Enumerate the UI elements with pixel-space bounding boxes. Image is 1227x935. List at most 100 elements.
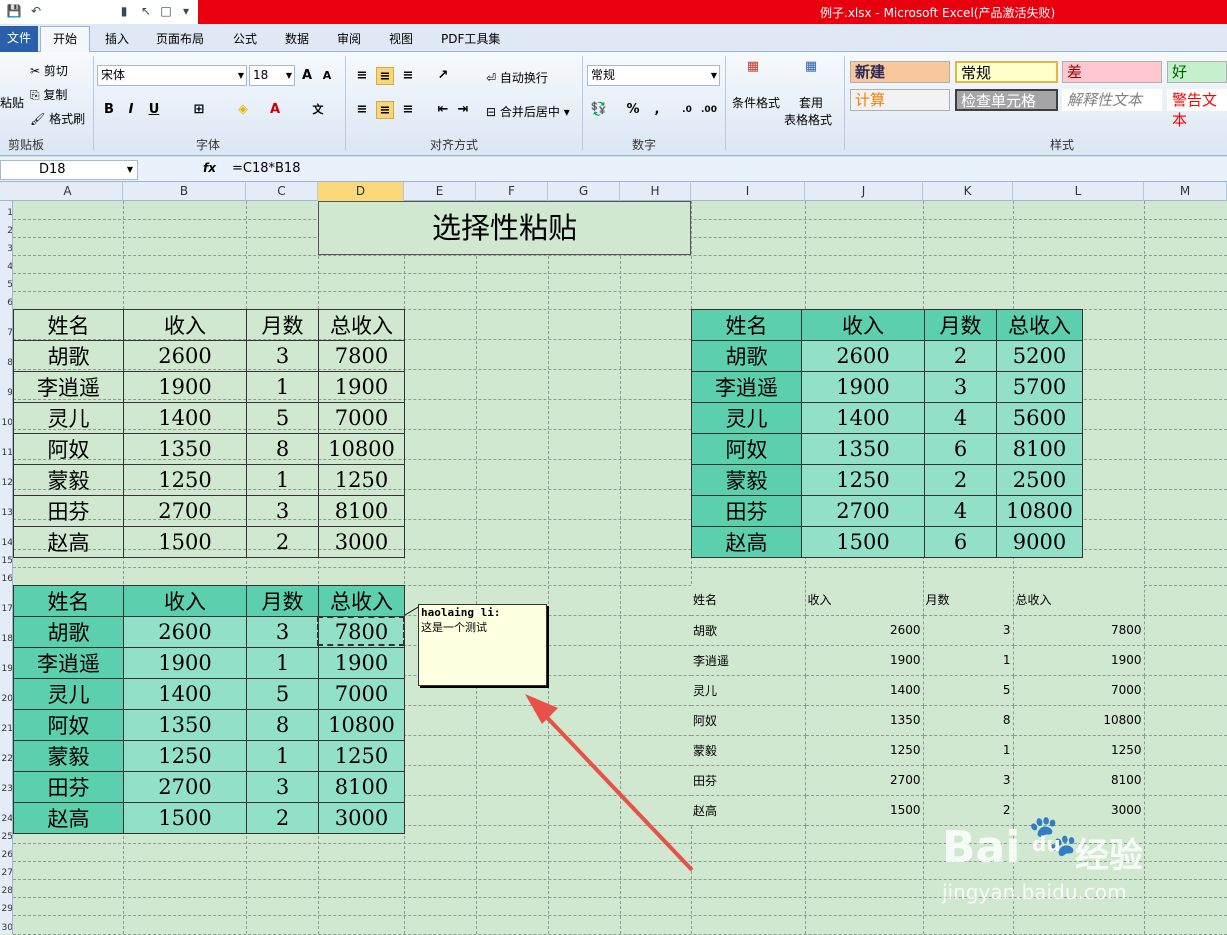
table-cell[interactable]: 5600: [996, 402, 1083, 434]
align-middle-icon[interactable]: ≡: [376, 67, 394, 85]
row-header-27[interactable]: 27: [0, 868, 12, 878]
fill-color-icon[interactable]: ◈: [234, 101, 252, 119]
table-cell[interactable]: 3: [923, 765, 1014, 796]
tab-file[interactable]: 文件: [0, 26, 38, 52]
row-header-3[interactable]: 3: [0, 244, 12, 254]
row-header-15[interactable]: 15: [0, 556, 12, 566]
table-cell[interactable]: 3: [246, 616, 319, 648]
comma-icon[interactable]: ,: [648, 101, 666, 119]
column-header-cell[interactable]: 收入: [123, 585, 247, 617]
table-cell[interactable]: 1: [246, 740, 319, 772]
table-cell[interactable]: 2700: [123, 495, 247, 527]
style-warning[interactable]: 警告文本: [1167, 89, 1227, 129]
undo-icon[interactable]: ↶: [28, 3, 44, 19]
table-cell[interactable]: 田芬: [13, 495, 124, 527]
sheet-title-cell[interactable]: 选择性粘贴: [318, 201, 691, 255]
tab-page-layout[interactable]: 页面布局: [156, 30, 204, 47]
row-header-6[interactable]: 6: [0, 298, 12, 308]
new-doc-icon[interactable]: □: [158, 3, 174, 19]
row-header-24[interactable]: 24: [0, 814, 12, 824]
table-cell[interactable]: 3000: [318, 802, 405, 834]
decrease-decimal-icon[interactable]: .00: [700, 101, 718, 119]
table-cell[interactable]: 1400: [801, 402, 925, 434]
row-header-4[interactable]: 4: [0, 262, 12, 272]
column-header-cell[interactable]: 收入: [801, 309, 925, 341]
increase-indent-icon[interactable]: ⇥: [454, 101, 472, 119]
table-cell[interactable]: 赵高: [13, 526, 124, 558]
table-cell[interactable]: 1900: [123, 647, 247, 679]
table-cell[interactable]: 6: [924, 433, 997, 465]
table-cell[interactable]: 2600: [123, 616, 247, 648]
style-calculation[interactable]: 计算: [850, 89, 950, 111]
column-header-cell[interactable]: 总收入: [318, 309, 405, 341]
merge-center-button[interactable]: ⊟ 合并后居中 ▾: [486, 103, 570, 120]
column-header-cell[interactable]: 姓名: [691, 309, 802, 341]
row-header-8[interactable]: 8: [0, 358, 12, 368]
customize-qa-icon[interactable]: ▾: [178, 3, 194, 19]
column-header-d[interactable]: D: [318, 182, 404, 201]
table-cell[interactable]: 5: [246, 402, 319, 434]
table-cell[interactable]: 1350: [801, 433, 925, 465]
table-cell[interactable]: 李逍遥: [13, 371, 124, 403]
font-name-combo[interactable]: 宋体 ▼: [97, 65, 247, 86]
row-header-30[interactable]: 30: [0, 923, 12, 933]
align-right-icon[interactable]: ≡: [399, 101, 417, 119]
table-cell[interactable]: 4: [924, 402, 997, 434]
percent-icon[interactable]: %: [624, 101, 642, 119]
tab-pdf-tools[interactable]: PDF工具集: [441, 30, 500, 47]
table-cell[interactable]: 6: [924, 526, 997, 558]
table-cell[interactable]: 阿奴: [13, 433, 124, 465]
row-header-22[interactable]: 22: [0, 754, 12, 764]
table-cell[interactable]: 7800: [318, 340, 405, 372]
table-cell[interactable]: 1900: [318, 371, 405, 403]
table-cell[interactable]: 1900: [318, 647, 405, 679]
column-header-cell[interactable]: 姓名: [691, 585, 806, 616]
table-cell[interactable]: 1250: [318, 740, 405, 772]
row-header-16[interactable]: 16: [0, 574, 12, 584]
table-cell[interactable]: 7000: [1013, 675, 1145, 706]
grow-font-icon[interactable]: A: [298, 67, 316, 85]
table-cell[interactable]: 胡歌: [691, 615, 806, 646]
table-cell[interactable]: 5700: [996, 371, 1083, 403]
table-cell[interactable]: 1: [923, 645, 1014, 676]
column-header-cell[interactable]: 总收入: [1013, 585, 1145, 616]
table-cell[interactable]: 10800: [318, 433, 405, 465]
table-cell[interactable]: 10800: [996, 495, 1083, 527]
row-header-1[interactable]: 1: [0, 208, 12, 218]
row-header-23[interactable]: 23: [0, 784, 12, 794]
row-header-26[interactable]: 26: [0, 850, 12, 860]
style-new[interactable]: 新建: [850, 61, 950, 83]
style-bad[interactable]: 差: [1062, 61, 1162, 83]
table-cell[interactable]: 胡歌: [13, 340, 124, 372]
table-cell[interactable]: 田芬: [13, 771, 124, 803]
pointer-icon[interactable]: ↖: [138, 3, 154, 19]
table-cell[interactable]: 赵高: [691, 526, 802, 558]
table-cell[interactable]: 阿奴: [691, 433, 802, 465]
table-cell[interactable]: 2600: [805, 615, 924, 646]
table-cell[interactable]: 1250: [123, 740, 247, 772]
table-cell[interactable]: 李逍遥: [691, 371, 802, 403]
table-cell[interactable]: 8: [246, 433, 319, 465]
table-cell[interactable]: 2500: [996, 464, 1083, 496]
row-header-10[interactable]: 10: [0, 418, 12, 428]
row-header-29[interactable]: 29: [0, 904, 12, 914]
column-header-k[interactable]: K: [923, 182, 1013, 201]
table-cell[interactable]: 10800: [318, 709, 405, 741]
row-header-5[interactable]: 5: [0, 280, 12, 290]
underline-icon[interactable]: U: [145, 101, 163, 119]
column-header-cell[interactable]: 月数: [246, 309, 319, 341]
table-cell[interactable]: 2700: [805, 765, 924, 796]
italic-icon[interactable]: I: [122, 101, 140, 119]
style-explanatory[interactable]: 解释性文本: [1062, 89, 1162, 111]
table-cell[interactable]: 1500: [123, 802, 247, 834]
align-center-icon[interactable]: ≡: [376, 101, 394, 119]
table-cell[interactable]: 赵高: [13, 802, 124, 834]
table-cell[interactable]: 8100: [996, 433, 1083, 465]
table-cell[interactable]: 蒙毅: [13, 464, 124, 496]
row-header-18[interactable]: 18: [0, 634, 12, 644]
table-cell[interactable]: 3: [923, 615, 1014, 646]
table-cell[interactable]: 1: [246, 371, 319, 403]
table-cell[interactable]: 8100: [318, 771, 405, 803]
save-icon[interactable]: 💾: [6, 3, 22, 19]
table-cell[interactable]: 3: [924, 371, 997, 403]
